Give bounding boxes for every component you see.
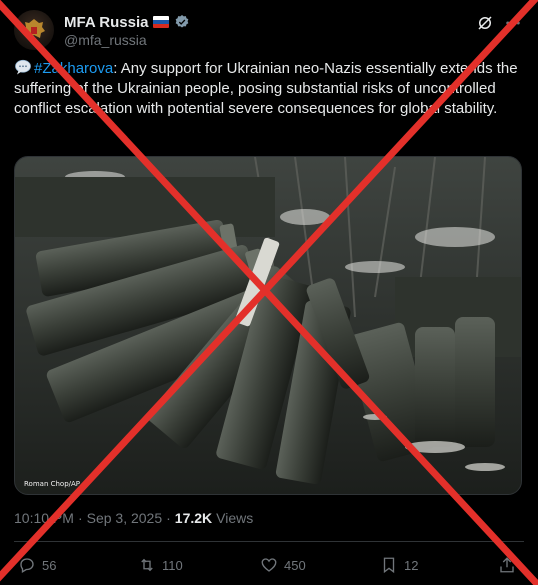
hashtag-link[interactable]: #Zakharova xyxy=(34,60,113,77)
artillery-shells-photo xyxy=(15,157,521,494)
views-count: 17.2K xyxy=(174,510,213,526)
tweet: MFA Russia @mfa_russia #Zakharova: Any s… xyxy=(0,0,538,585)
bookmark-icon xyxy=(383,557,395,574)
tweet-meta: 10:10 PM · Sep 3, 2025 · 17.2K Views xyxy=(14,510,253,526)
handle[interactable]: @mfa_russia xyxy=(64,32,147,48)
views-label: Views xyxy=(216,510,254,526)
tweet-photo[interactable]: Roman Chop/AP xyxy=(14,156,522,495)
name-row: MFA Russia xyxy=(64,12,190,32)
russia-flag-icon xyxy=(153,16,170,28)
bookmark-button[interactable]: 12 xyxy=(380,551,418,579)
repost-button[interactable]: 110 xyxy=(138,551,183,579)
photo-credit: Roman Chop/AP xyxy=(24,480,81,488)
reply-button[interactable]: 56 xyxy=(18,551,56,579)
tweet-text: #Zakharova: Any support for Ukrainian ne… xyxy=(14,58,524,119)
display-name[interactable]: MFA Russia xyxy=(64,14,148,31)
action-bar: 56 110 450 12 xyxy=(14,551,524,579)
coat-of-arms-icon xyxy=(23,19,45,38)
verified-badge-icon xyxy=(176,15,189,28)
repost-icon xyxy=(141,558,153,572)
tweet-date[interactable]: Sep 3, 2025 xyxy=(87,510,163,526)
repost-count: 110 xyxy=(162,557,183,573)
more-icon[interactable] xyxy=(504,14,522,32)
bookmark-count: 12 xyxy=(404,557,419,573)
meta-separator: · xyxy=(77,510,83,526)
share-button[interactable] xyxy=(498,551,516,579)
reply-icon xyxy=(20,558,34,573)
speech-bubble-icon xyxy=(15,59,31,75)
grok-icon[interactable] xyxy=(476,14,494,32)
meta-separator: · xyxy=(166,510,171,526)
like-count: 450 xyxy=(284,557,306,573)
tweet-time[interactable]: 10:10 PM xyxy=(14,510,74,526)
divider xyxy=(14,541,524,542)
tweet-header: MFA Russia @mfa_russia xyxy=(14,8,524,52)
like-icon xyxy=(261,558,277,572)
like-button[interactable]: 450 xyxy=(260,551,306,579)
share-icon xyxy=(500,557,514,573)
reply-count: 56 xyxy=(42,557,57,573)
avatar[interactable] xyxy=(14,10,54,50)
